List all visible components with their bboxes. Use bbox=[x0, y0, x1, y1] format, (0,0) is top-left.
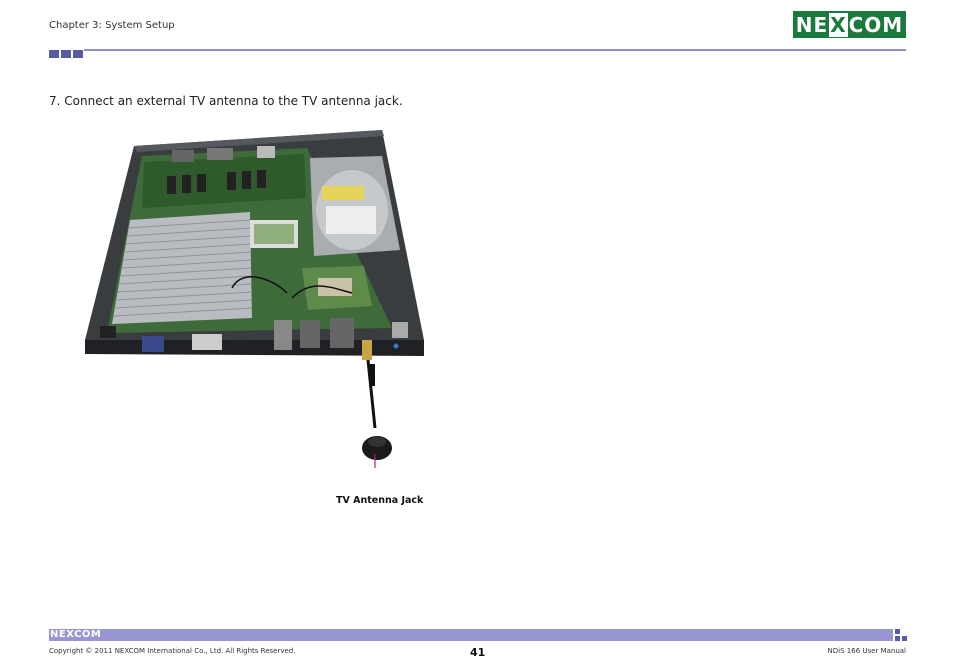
footer-logo-text-left: NE bbox=[50, 629, 67, 640]
footer-bar bbox=[49, 629, 893, 641]
logo-text-x: X bbox=[829, 12, 848, 37]
manual-name: NDiS 166 User Manual bbox=[827, 647, 906, 655]
logo-text-right: COM bbox=[848, 12, 904, 37]
header-divider bbox=[84, 49, 906, 51]
footer-nexcom-logo: NEXCOM bbox=[50, 629, 101, 641]
logo-text-left: NE bbox=[795, 12, 829, 37]
copyright-notice: Copyright © 2011 NEXCOM International Co… bbox=[49, 647, 296, 655]
nexcom-logo: NE X COM bbox=[793, 11, 906, 38]
footer-logo-text-x: X bbox=[66, 629, 75, 640]
footer-squares-decoration bbox=[895, 629, 907, 641]
system-board-photo bbox=[85, 130, 424, 468]
page-number: 41 bbox=[470, 646, 486, 659]
chapter-title: Chapter 3: System Setup bbox=[49, 20, 175, 31]
footer-logo-text-right: COM bbox=[74, 629, 102, 640]
header-squares-decoration bbox=[49, 50, 83, 58]
figure-caption: TV Antenna Jack bbox=[336, 495, 424, 506]
step-instruction: 7. Connect an external TV antenna to the… bbox=[49, 94, 403, 108]
